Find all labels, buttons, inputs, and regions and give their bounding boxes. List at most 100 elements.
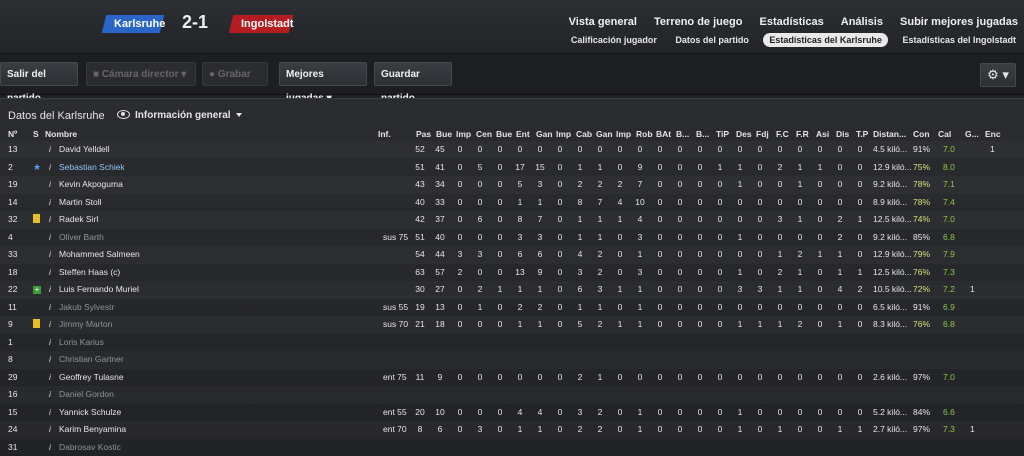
column-header[interactable]: Asi [816,129,829,139]
player-name[interactable]: Karim Benyamina [59,424,126,434]
nav-estadisticas[interactable]: Estadísticas [760,16,824,28]
column-header[interactable]: Cal [938,129,951,139]
settings-button[interactable]: ⚙ ▾ [980,63,1016,87]
column-header[interactable]: BAt [656,129,671,139]
column-header[interactable]: Con [913,129,930,139]
player-name[interactable]: Martin Stoll [59,197,102,207]
info-icon[interactable]: i [49,267,51,277]
nav-subir[interactable]: Subir mejores jugadas [900,16,1018,28]
player-name[interactable]: Kevin Akpoguma [59,179,123,189]
view-dropdown[interactable]: Información general [117,110,242,121]
info-icon[interactable]: i [49,144,51,154]
column-header[interactable]: Nombre [45,129,77,139]
column-header[interactable]: TiP [716,129,729,139]
table-row[interactable]: 19iKevin Akpoguma43340005302227000010010… [0,176,1024,194]
column-header[interactable]: Imp [456,129,471,139]
table-row[interactable]: 33iMohammed Salmeen544433066042010000001… [0,246,1024,264]
table-row[interactable]: 29iGeoffrey Tulasneent 75119000000210000… [0,369,1024,387]
column-header[interactable]: Nº [8,129,17,139]
column-header[interactable]: Rob [636,129,653,139]
tab-estadisticas-ingolstadt[interactable]: Estadísticas del Ingolstadt [898,33,1020,47]
column-header[interactable]: Bue [436,129,452,139]
player-name[interactable]: David Yelldell [59,144,110,154]
info-icon[interactable]: i [49,179,51,189]
player-name[interactable]: Steffen Haas (c) [59,267,120,277]
column-header[interactable]: Des [736,129,752,139]
table-row[interactable]: 1iLoris Karius [0,334,1024,352]
info-icon[interactable]: i [49,424,51,434]
column-header[interactable]: Pas [416,129,431,139]
player-name[interactable]: Oliver Barth [59,232,104,242]
exit-match-button[interactable]: Salir del partido [0,62,78,86]
column-header[interactable]: Distan... [873,129,906,139]
player-name[interactable]: Mohammed Salmeen [59,249,140,259]
column-header[interactable]: Gan [596,129,613,139]
table-row[interactable]: 4iOliver Barthsus 7551400003301103000010… [0,229,1024,247]
player-name[interactable]: Christian Gartner [59,354,124,364]
highlights-dropdown[interactable]: Mejores jugadas ▾ [279,62,367,86]
column-header[interactable]: Fdj [756,129,769,139]
column-header[interactable]: Imp [616,129,631,139]
column-header[interactable]: B... [696,129,709,139]
column-header[interactable]: Gan [536,129,553,139]
player-name[interactable]: Luis Fernando Muriel [59,284,139,294]
column-header[interactable]: T.P [856,129,868,139]
nav-vista-general[interactable]: Vista general [569,16,637,28]
column-header[interactable]: B... [676,129,689,139]
nav-terreno[interactable]: Terreno de juego [654,16,742,28]
column-header[interactable]: F.R [796,129,809,139]
player-name[interactable]: Jimmy Marton [59,319,112,329]
table-row[interactable]: 9iJimmy Martonsus 7021180001105211000011… [0,316,1024,334]
info-icon[interactable]: i [49,372,51,382]
player-name[interactable]: Jakub Sylvestr [59,302,114,312]
table-row[interactable]: 24iKarim Benyaminaent 708603011022010000… [0,421,1024,439]
column-header[interactable]: Ent [516,129,530,139]
column-header[interactable]: Cen [476,129,492,139]
tab-calificacion[interactable]: Calificación jugador [567,33,661,47]
table-row[interactable]: 18iSteffen Haas (c)635720013903203000010… [0,264,1024,282]
column-header[interactable]: G... [965,129,979,139]
info-icon[interactable]: i [49,232,51,242]
info-icon[interactable]: i [49,284,51,294]
info-icon[interactable]: i [49,302,51,312]
column-header[interactable]: Enc [985,129,1001,139]
table-row[interactable]: 32iRadek Sirl423706087011140000003102112… [0,211,1024,229]
player-name[interactable]: Dabrosav Kostic [59,442,121,452]
info-icon[interactable]: i [49,442,51,452]
camera-button[interactable]: ■ Cámara director ▾ [86,62,196,86]
table-row[interactable]: 15iYannick Schulzeent 552010000440320100… [0,404,1024,422]
tab-estadisticas-karlsruhe[interactable]: Estadísticas del Karlsruhe [763,33,888,47]
info-icon[interactable]: i [49,354,51,364]
table-row[interactable]: 13iDavid Yelldell52450000000000000000000… [0,141,1024,159]
column-header[interactable]: Dis [836,129,849,139]
nav-analisis[interactable]: Análisis [841,16,883,28]
player-name[interactable]: Geoffrey Tulasne [59,372,124,382]
player-name[interactable]: Radek Sirl [59,214,98,224]
info-icon[interactable]: i [49,389,51,399]
player-name[interactable]: Loris Karius [59,337,104,347]
column-header[interactable]: Cab [576,129,592,139]
column-header[interactable]: Bue [496,129,512,139]
table-row[interactable]: 2★iSebastian Schiek514105017150110900011… [0,159,1024,177]
table-row[interactable]: 31iDabrosav Kostic [0,439,1024,456]
table-row[interactable]: 8iChristian Gartner [0,351,1024,369]
player-name[interactable]: Daniel Gordon [59,389,114,399]
player-name[interactable]: Yannick Schulze [59,407,121,417]
table-row[interactable]: 22+iLuis Fernando Muriel3027021110631100… [0,281,1024,299]
tab-datos-partido[interactable]: Datos del partido [671,33,753,47]
column-header[interactable]: Inf. [378,129,391,139]
info-icon[interactable]: i [49,249,51,259]
record-button[interactable]: ● Grabar [202,62,268,86]
player-name[interactable]: Sebastian Schiek [59,162,125,172]
column-header[interactable]: Imp [556,129,571,139]
info-icon[interactable]: i [49,197,51,207]
info-icon[interactable]: i [49,162,51,172]
table-row[interactable]: 11iJakub Sylvestrsus 5519130102201101000… [0,299,1024,317]
column-header[interactable]: F.C [776,129,789,139]
column-header[interactable]: S [33,129,39,139]
info-icon[interactable]: i [49,337,51,347]
info-icon[interactable]: i [49,319,51,329]
info-icon[interactable]: i [49,214,51,224]
table-row[interactable]: 16iDaniel Gordon [0,386,1024,404]
table-row[interactable]: 14iMartin Stoll4033000110874100000000000… [0,194,1024,212]
